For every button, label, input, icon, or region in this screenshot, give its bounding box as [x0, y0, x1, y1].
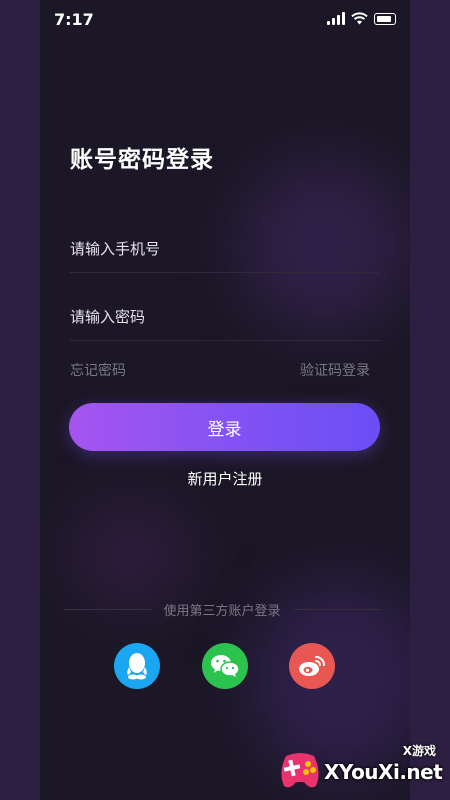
weibo-icon: [299, 656, 325, 676]
page-title: 账号密码登录: [70, 147, 214, 173]
register-link[interactable]: 新用户注册: [40, 468, 410, 489]
signal-icon: [327, 12, 345, 25]
weibo-login-button[interactable]: [289, 643, 335, 689]
divider-line: [64, 609, 152, 610]
qq-login-button[interactable]: [114, 643, 160, 689]
status-bar: 7:17: [40, 0, 410, 40]
phone-field: [70, 232, 380, 273]
wifi-icon: [351, 12, 368, 25]
left-backdrop: [0, 0, 40, 800]
wechat-login-button[interactable]: [202, 643, 248, 689]
password-field: [70, 300, 380, 341]
phone-screen: 7:17 账号密码登录 忘记密码 验证码登录 登录 新用户注册: [40, 0, 410, 800]
password-input[interactable]: [70, 300, 380, 334]
third-party-label: 使用第三方账户登录: [163, 604, 281, 619]
right-backdrop: [410, 0, 450, 800]
status-time: 7:17: [54, 10, 94, 29]
qq-icon: [127, 653, 147, 680]
watermark-small-text: X游戏: [402, 744, 436, 758]
third-party-divider: 使用第三方账户登录: [64, 600, 381, 619]
code-login-link[interactable]: 验证码登录: [300, 360, 370, 380]
phone-input[interactable]: [70, 232, 380, 266]
status-icons: [327, 12, 396, 25]
login-button[interactable]: 登录: [69, 403, 380, 451]
gamepad-logo-icon: [281, 753, 319, 788]
background-glow: [70, 500, 190, 610]
divider-line: [292, 609, 381, 610]
watermark: X游戏 XYouXi.net: [276, 740, 446, 796]
battery-icon: [374, 12, 396, 25]
app-frame: 7:17 账号密码登录 忘记密码 验证码登录 登录 新用户注册: [0, 0, 450, 800]
forgot-password-link[interactable]: 忘记密码: [70, 360, 126, 380]
wechat-icon: [211, 655, 240, 677]
watermark-brand-text: XYouXi.net: [324, 760, 443, 784]
